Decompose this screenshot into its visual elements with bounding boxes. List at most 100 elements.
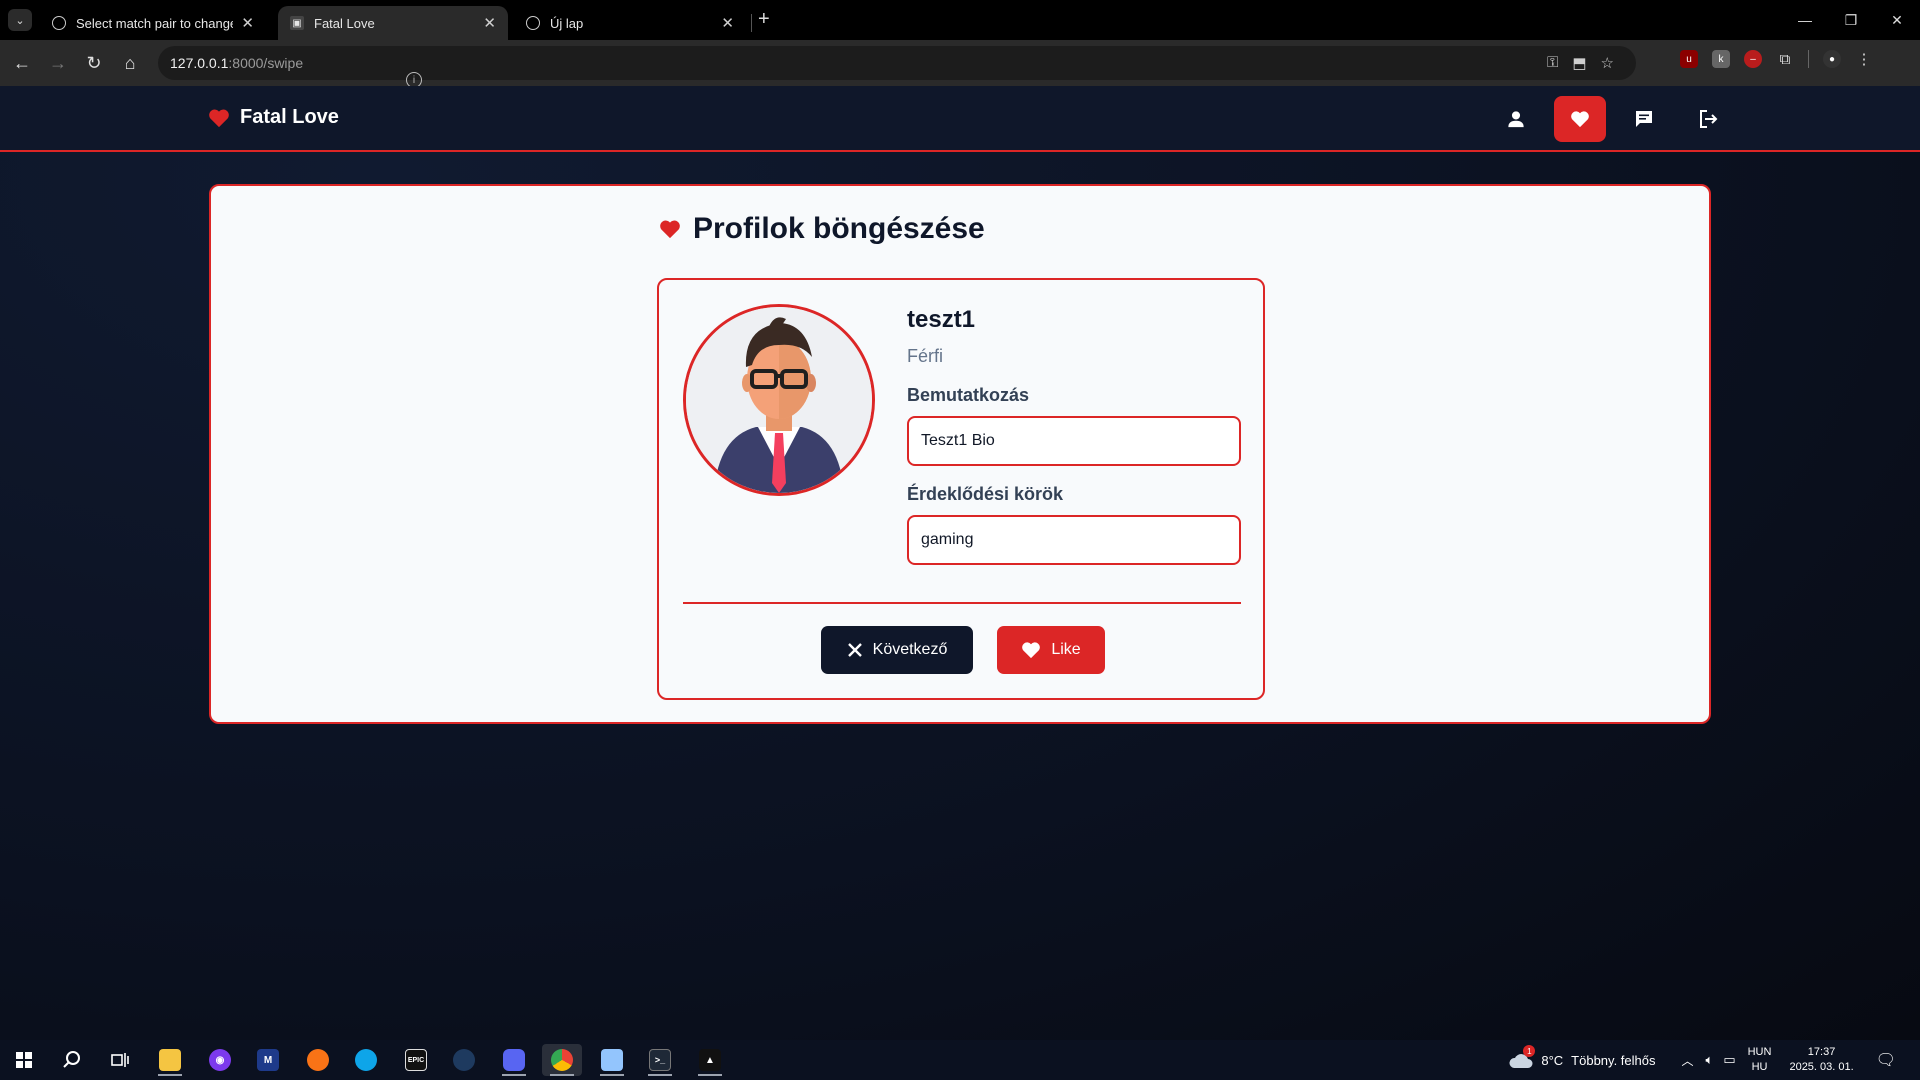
- nav-messages-button[interactable]: [1618, 96, 1670, 142]
- new-tab-button[interactable]: +: [758, 8, 770, 31]
- avatar-illustration: [686, 307, 872, 493]
- brand-heart-icon: [209, 109, 229, 127]
- ublock-icon[interactable]: u: [1680, 50, 1698, 68]
- github-desktop-icon[interactable]: ◉: [200, 1044, 240, 1076]
- restore-icon[interactable]: ❐: [1828, 0, 1874, 40]
- menu-kebab-icon[interactable]: ⋮: [1855, 50, 1873, 68]
- bookmark-star-icon[interactable]: ☆: [1601, 54, 1614, 72]
- page-title: Profilok böngészése: [659, 212, 985, 246]
- globe-icon: [52, 16, 66, 30]
- swipe-panel: Profilok böngészése teszt1 Férfi Bemutat…: [209, 184, 1711, 724]
- tab-title: Új lap: [550, 15, 584, 31]
- task-view-icon[interactable]: [100, 1044, 140, 1076]
- keyboard-layout: HU: [1751, 1061, 1768, 1073]
- chat-icon: [1636, 111, 1652, 127]
- heart-icon: [1022, 642, 1041, 659]
- browser-toolbar: ← → ↻ ⌂ i 127.0.0.1:8000/swipe ⚿ ⬒ ☆: [0, 40, 1920, 88]
- chevron-up-icon[interactable]: ︿: [1681, 1052, 1693, 1069]
- password-key-icon[interactable]: ⚿: [1547, 54, 1558, 72]
- interests-field: gaming: [907, 515, 1241, 565]
- close-icon[interactable]: ✕: [721, 14, 734, 32]
- windows-start-icon[interactable]: [4, 1044, 44, 1076]
- url-host: 127.0.0.1: [170, 55, 229, 71]
- app-navbar: Fatal Love: [0, 86, 1920, 152]
- profile-username: teszt1: [907, 306, 976, 333]
- clock[interactable]: 17:37 2025. 03. 01.: [1789, 1045, 1853, 1075]
- system-tray: 1 8°C Többny. felhős ︿ 🔈︎ ▭ HUN HU 17:37…: [1509, 1040, 1920, 1080]
- tab-title: Fatal Love: [314, 15, 375, 31]
- weather-temp: 8°C: [1541, 1052, 1564, 1068]
- tab-admin[interactable]: Select match pair to change | D ✕: [40, 6, 266, 40]
- tab-fatal-love[interactable]: ▣ Fatal Love ✕: [278, 6, 508, 40]
- puzzle-icon[interactable]: ⧉: [1776, 50, 1794, 68]
- reload-icon[interactable]: ↻: [76, 45, 112, 81]
- terminal-icon[interactable]: >_: [640, 1044, 680, 1076]
- page-title-text: Profilok böngészése: [693, 212, 985, 245]
- nav-logout-button[interactable]: [1682, 96, 1734, 142]
- extensions-area: u k – ⧉ ● ⋮: [1680, 50, 1873, 68]
- profile-icon[interactable]: ●: [1823, 50, 1841, 68]
- network-icon[interactable]: ▭: [1723, 1052, 1735, 1068]
- weather-badge: 1: [1523, 1045, 1536, 1057]
- chrome-taskbar-icon[interactable]: [542, 1044, 582, 1076]
- clock-date: 2025. 03. 01.: [1789, 1061, 1854, 1073]
- firefox-icon[interactable]: [298, 1044, 338, 1076]
- file-explorer-icon[interactable]: [150, 1044, 190, 1076]
- tab-separator: [751, 14, 752, 32]
- epic-games-icon[interactable]: EPIC: [396, 1044, 436, 1076]
- page-viewport: Fatal Love Profilok böngészése teszt1 Fé…: [0, 86, 1920, 1040]
- lang-code: HUN: [1747, 1046, 1772, 1058]
- next-button[interactable]: Következő: [821, 626, 973, 674]
- windows-taskbar: ◉ M EPIC >_ ▲ 1 8°C Többny. felhős ︿ 🔈︎ …: [0, 1040, 1920, 1080]
- window-controls: — ❐ ✕: [1782, 0, 1920, 40]
- user-icon: [1508, 111, 1524, 128]
- profile-info: teszt1 Férfi Bemutatkozás Teszt1 Bio Érd…: [907, 306, 1241, 565]
- edge-icon[interactable]: [346, 1044, 386, 1076]
- avatar: [683, 304, 875, 496]
- cloud-icon: 1: [1509, 1045, 1536, 1069]
- heart-icon: [1571, 111, 1589, 128]
- logout-icon: [1700, 110, 1718, 128]
- back-icon[interactable]: ←: [4, 45, 40, 81]
- minimize-icon[interactable]: —: [1782, 0, 1828, 40]
- home-icon[interactable]: ⌂: [112, 45, 148, 81]
- profile-card: teszt1 Férfi Bemutatkozás Teszt1 Bio Érd…: [657, 278, 1265, 700]
- toolbar-separator: [1808, 50, 1809, 68]
- tab-title: Select match pair to change | D: [76, 15, 234, 31]
- notepad-icon[interactable]: [592, 1044, 632, 1076]
- weather-desc: Többny. felhős: [1571, 1052, 1656, 1068]
- forward-icon[interactable]: →: [40, 45, 76, 81]
- chrome-icon: [526, 16, 540, 30]
- nav-profile-button[interactable]: [1490, 96, 1542, 142]
- app-cube-icon[interactable]: ▲: [690, 1044, 730, 1076]
- like-button[interactable]: Like: [997, 626, 1105, 674]
- tab-search-button[interactable]: ⌄: [8, 9, 32, 31]
- volume-icon[interactable]: 🔈︎: [1706, 1052, 1714, 1068]
- clock-time: 17:37: [1807, 1046, 1836, 1058]
- block-extension-icon[interactable]: –: [1744, 50, 1762, 68]
- window-close-icon[interactable]: ✕: [1874, 0, 1920, 40]
- card-divider: [683, 602, 1241, 604]
- nav-swipe-button[interactable]: [1554, 96, 1606, 142]
- discord-icon[interactable]: [494, 1044, 534, 1076]
- bio-label: Bemutatkozás: [907, 385, 1030, 405]
- x-icon: [847, 643, 862, 657]
- swipe-actions: Következő Like: [659, 626, 1267, 674]
- steam-icon[interactable]: [444, 1044, 484, 1076]
- language-indicator[interactable]: HUN HU: [1748, 1045, 1772, 1075]
- tab-new[interactable]: Új lap ✕: [514, 6, 746, 40]
- url-path: :8000/swipe: [228, 55, 304, 71]
- address-bar[interactable]: i 127.0.0.1:8000/swipe ⚿ ⬒ ☆: [158, 46, 1636, 88]
- install-app-icon[interactable]: ⬒: [1572, 54, 1586, 72]
- brand-link[interactable]: Fatal Love: [208, 106, 339, 129]
- next-button-label: Következő: [872, 641, 948, 658]
- app-m-icon[interactable]: M: [248, 1044, 288, 1076]
- close-icon[interactable]: ✕: [483, 14, 496, 32]
- extension-icon[interactable]: k: [1712, 50, 1730, 68]
- notification-icon[interactable]: 🗨︎: [1876, 1050, 1896, 1070]
- interests-label: Érdeklődési körök: [907, 484, 1064, 504]
- taskbar-search-icon[interactable]: [52, 1044, 92, 1076]
- weather-widget[interactable]: 1 8°C Többny. felhős: [1509, 1045, 1656, 1069]
- close-icon[interactable]: ✕: [241, 14, 254, 32]
- title-heart-icon: [660, 220, 680, 239]
